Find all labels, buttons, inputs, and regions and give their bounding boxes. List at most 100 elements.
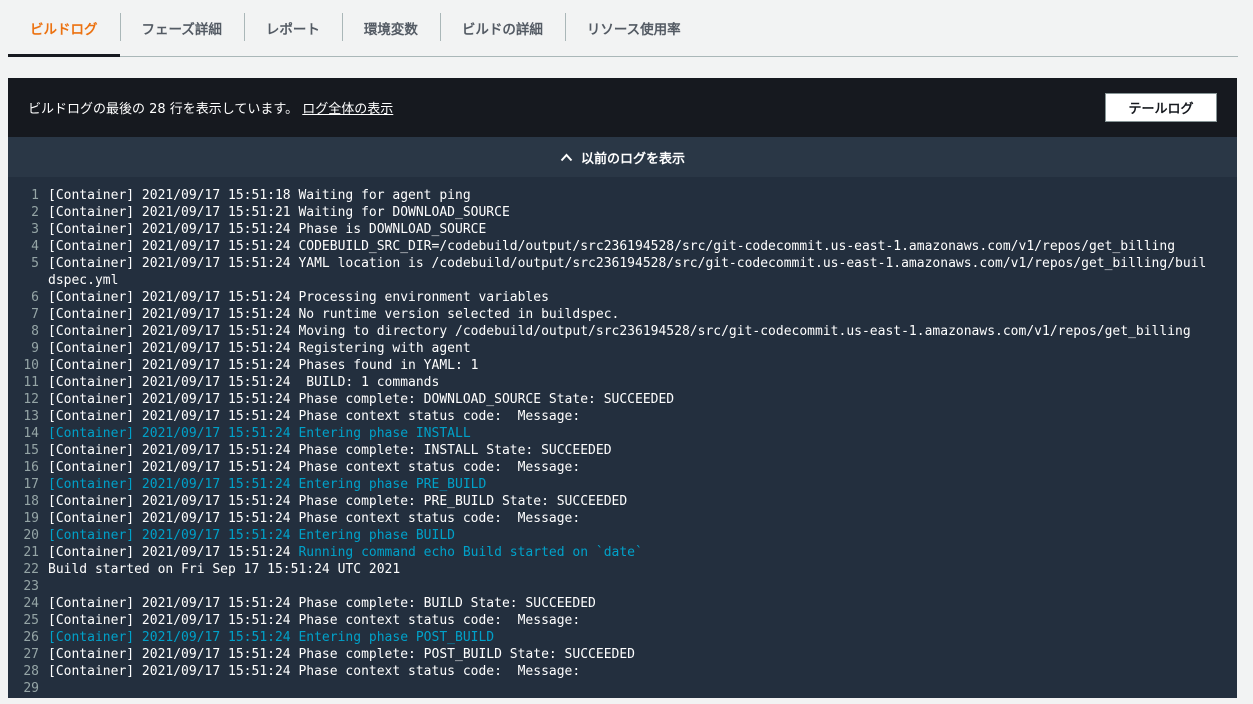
log-line-number: 22 [23, 562, 39, 577]
log-line-text: [Container] 2021/09/17 15:51:21 Waiting … [48, 204, 1237, 221]
log-line-content: [Container] 2021/09/17 15:51:24 YAML loc… [48, 256, 1207, 288]
full-log-link[interactable]: ログ全体の表示 [302, 102, 393, 117]
log-line: 24 [Container] 2021/09/17 15:51:24 Phase … [8, 595, 1237, 612]
log-line-number: 20 [23, 528, 39, 543]
log-line: 11 [Container] 2021/09/17 15:51:24 BUILD:… [8, 374, 1237, 391]
log-line-text: [Container] 2021/09/17 15:51:24 Phase co… [48, 459, 1237, 476]
log-line: 12 [Container] 2021/09/17 15:51:24 Phase … [8, 391, 1237, 408]
log-line: 20 [Container] 2021/09/17 15:51:24 Enteri… [8, 527, 1237, 544]
log-line-number: 7 [31, 307, 39, 322]
log-line: 27 [Container] 2021/09/17 15:51:24 Phase … [8, 646, 1237, 663]
log-line-text: [Container] 2021/09/17 15:51:24 Register… [48, 340, 1237, 357]
log-line-content: [Container] 2021/09/17 15:51:24 Phase co… [48, 613, 581, 628]
log-line-number: 18 [23, 494, 39, 509]
log-line-number: 13 [23, 409, 39, 424]
log-line-content: [Container] 2021/09/17 15:51:24 Phase co… [48, 596, 596, 611]
log-line-number: 5 [31, 256, 39, 271]
log-line-content: [Container] 2021/09/17 15:51:24 Processi… [48, 290, 549, 305]
log-line: 19 [Container] 2021/09/17 15:51:24 Phase … [8, 510, 1237, 527]
log-line-content: [Container] 2021/09/17 15:51:24 CODEBUIL… [48, 239, 1176, 254]
log-line-text: [Container] 2021/09/17 15:51:24 Phase is… [48, 221, 1237, 238]
show-previous-logs-button[interactable]: 以前のログを表示 [8, 137, 1237, 177]
log-line-text: [Container] 2021/09/17 15:51:24 Phase co… [48, 646, 1237, 663]
log-line-text: [Container] 2021/09/17 15:51:24 Phase co… [48, 510, 1237, 527]
tab-reports[interactable]: レポート [243, 0, 342, 56]
log-summary: ビルドログの最後の 28 行を表示しています。 ログ全体の表示 [28, 98, 393, 117]
log-line-text: [Container] 2021/09/17 15:51:24 Phase co… [48, 391, 1237, 408]
log-line-number: 28 [23, 664, 39, 679]
show-previous-label: 以前のログを表示 [580, 151, 685, 167]
log-line-content: [Container] 2021/09/17 15:51:24 No runti… [48, 307, 620, 322]
log-line: 13 [Container] 2021/09/17 15:51:24 Phase … [8, 408, 1237, 425]
log-line-content: [Container] 2021/09/17 15:51:24 Phase co… [48, 460, 581, 475]
log-line-content: [Container] 2021/09/17 15:51:21 Waiting … [48, 205, 510, 220]
log-line-content: [Container] 2021/09/17 15:51:24 Entering… [48, 426, 471, 441]
tab-bar: ビルドログ フェーズ詳細 レポート 環境変数 ビルドの詳細 リソース使用率 [8, 0, 1238, 57]
log-line-number: 3 [31, 222, 39, 237]
log-output: 1 [Container] 2021/09/17 15:51:18 Waiting… [8, 177, 1237, 697]
log-line: 16 [Container] 2021/09/17 15:51:24 Phase … [8, 459, 1237, 476]
log-line-number: 4 [31, 239, 39, 254]
tab-build-details[interactable]: ビルドの詳細 [439, 0, 565, 56]
build-log-panel: ビルドログの最後の 28 行を表示しています。 ログ全体の表示 テールログ 以前… [8, 78, 1237, 698]
log-line-text: [Container] 2021/09/17 15:51:24 Processi… [48, 289, 1237, 306]
log-line: 8 [Container] 2021/09/17 15:51:24 Moving … [8, 323, 1237, 340]
log-line-number: 26 [23, 630, 39, 645]
tab-build-log[interactable]: ビルドログ [8, 0, 120, 57]
log-line-number: 25 [23, 613, 39, 628]
log-line-number: 2 [31, 205, 39, 220]
log-line-number: 9 [31, 341, 39, 356]
log-line: 5 [Container] 2021/09/17 15:51:24 YAML lo… [8, 255, 1237, 289]
tab-phase-details[interactable]: フェーズ詳細 [119, 0, 244, 56]
log-line-command: Running command echo Build started on `d… [298, 545, 643, 560]
log-line-number: 12 [23, 392, 39, 407]
log-line: 25 [Container] 2021/09/17 15:51:24 Phase … [8, 612, 1237, 629]
log-line-content: [Container] 2021/09/17 15:51:24 Moving t… [48, 324, 1191, 339]
log-line-text: [Container] 2021/09/17 15:51:24 Phase co… [48, 442, 1237, 459]
log-line-number: 14 [23, 426, 39, 441]
log-line: 4 [Container] 2021/09/17 15:51:24 CODEBUI… [8, 238, 1237, 255]
log-line-number: 19 [23, 511, 39, 526]
log-line-content: [Container] 2021/09/17 15:51:24 [48, 545, 299, 560]
log-line-number: 15 [23, 443, 39, 458]
log-line-number: 1 [31, 188, 39, 203]
log-line-number: 16 [23, 460, 39, 475]
tab-resource-utilization[interactable]: リソース使用率 [564, 0, 703, 56]
log-line-content: [Container] 2021/09/17 15:51:24 Phases f… [48, 358, 479, 373]
log-line-text: Build started on Fri Sep 17 15:51:24 UTC… [48, 561, 1237, 578]
log-line-text: [Container] 2021/09/17 15:51:24 Phase co… [48, 408, 1237, 425]
log-line-text: [Container] 2021/09/17 15:51:24 Entering… [48, 629, 1237, 646]
log-line-content: [Container] 2021/09/17 15:51:24 Phase co… [48, 443, 612, 458]
log-line: 7 [Container] 2021/09/17 15:51:24 No runt… [8, 306, 1237, 323]
log-line: 18 [Container] 2021/09/17 15:51:24 Phase … [8, 493, 1237, 510]
log-line: 1 [Container] 2021/09/17 15:51:18 Waiting… [8, 187, 1237, 204]
log-line-content: [Container] 2021/09/17 15:51:24 Phase co… [48, 409, 581, 424]
log-line-content: [Container] 2021/09/17 15:51:24 Entering… [48, 630, 495, 645]
log-line: 10 [Container] 2021/09/17 15:51:24 Phases… [8, 357, 1237, 374]
log-line-content: [Container] 2021/09/17 15:51:24 Phase is… [48, 222, 487, 237]
log-line-number: 11 [23, 375, 39, 390]
chevron-up-icon [560, 153, 573, 162]
log-line: 9 [Container] 2021/09/17 15:51:24 Registe… [8, 340, 1237, 357]
log-line-number: 17 [23, 477, 39, 492]
log-line-number: 29 [23, 681, 39, 696]
log-line-text: [Container] 2021/09/17 15:51:24 CODEBUIL… [48, 238, 1237, 255]
log-summary-text: ビルドログの最後の 28 行を表示しています。 [28, 102, 299, 117]
log-line-text [48, 578, 1237, 595]
log-line: 21 [Container] 2021/09/17 15:51:24 Runnin… [8, 544, 1237, 561]
tail-log-button[interactable]: テールログ [1105, 93, 1217, 122]
log-line: 15 [Container] 2021/09/17 15:51:24 Phase … [8, 442, 1237, 459]
log-line-content: [Container] 2021/09/17 15:51:24 Phase co… [48, 647, 635, 662]
log-line-number: 10 [23, 358, 39, 373]
log-line-number: 23 [23, 579, 39, 594]
log-line: 22 Build started on Fri Sep 17 15:51:24 U… [8, 561, 1237, 578]
log-line: 28 [Container] 2021/09/17 15:51:24 Phase … [8, 663, 1237, 680]
tab-environment-variables[interactable]: 環境変数 [341, 0, 440, 56]
log-line: 3 [Container] 2021/09/17 15:51:24 Phase i… [8, 221, 1237, 238]
log-line-text: [Container] 2021/09/17 15:51:24 Phase co… [48, 663, 1237, 680]
log-line-content: [Container] 2021/09/17 15:51:24 Phase co… [48, 511, 581, 526]
log-line-text: [Container] 2021/09/17 15:51:18 Waiting … [48, 187, 1237, 204]
log-line-text: [Container] 2021/09/17 15:51:24 Phase co… [48, 595, 1237, 612]
log-line: 26 [Container] 2021/09/17 15:51:24 Enteri… [8, 629, 1237, 646]
log-line-content: [Container] 2021/09/17 15:51:24 Entering… [48, 528, 455, 543]
